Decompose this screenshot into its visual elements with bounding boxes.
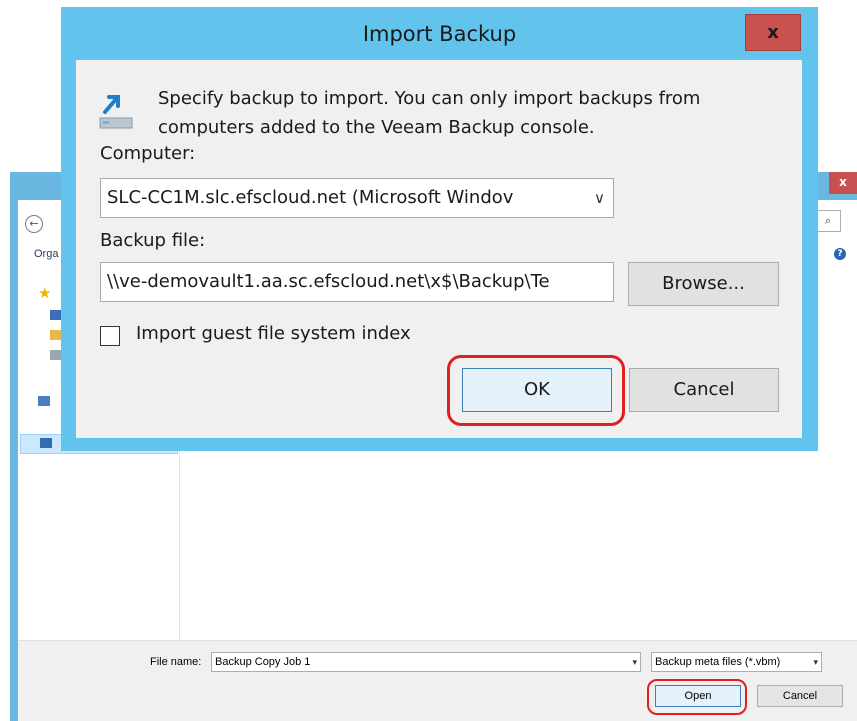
import-index-label[interactable]: Import guest file system index xyxy=(136,323,411,344)
chevron-down-icon[interactable]: ▾ xyxy=(813,653,818,671)
import-index-checkbox[interactable] xyxy=(100,326,120,346)
back-arrow-icon[interactable]: ← xyxy=(25,215,43,233)
description-line-2: computers added to the Veeam Backup cons… xyxy=(158,117,595,138)
network-icon[interactable] xyxy=(40,438,52,448)
backup-file-input[interactable]: \\ve-demovault1.aa.sc.efscloud.net\x$\Ba… xyxy=(100,262,614,302)
open-button-highlight xyxy=(647,679,747,715)
favorites-star-icon[interactable]: ★ xyxy=(38,284,51,302)
close-button[interactable]: x xyxy=(745,14,801,51)
file-type-value: Backup meta files (*.vbm) xyxy=(655,656,781,668)
computer-select[interactable]: SLC-CC1M.slc.efscloud.net (Microsoft Win… xyxy=(100,178,614,218)
computer-icon[interactable] xyxy=(38,396,50,406)
file-type-select[interactable]: Backup meta files (*.vbm) ▾ xyxy=(651,652,822,672)
description-line-1: Specify backup to import. You can only i… xyxy=(158,88,701,109)
import-backup-icon xyxy=(99,95,133,129)
ok-button-highlight xyxy=(447,355,625,426)
computer-select-value: SLC-CC1M.slc.efscloud.net (Microsoft Win… xyxy=(107,187,514,208)
dialog-title: Import Backup xyxy=(362,22,517,46)
browse-button[interactable]: Browse... xyxy=(628,262,779,306)
open-dialog-cancel-button[interactable]: Cancel xyxy=(757,685,843,707)
file-name-input[interactable]: Backup Copy Job 1 ▾ xyxy=(211,652,641,672)
cancel-button[interactable]: Cancel xyxy=(629,368,779,412)
search-icon[interactable]: ⌕ xyxy=(815,210,841,232)
computer-label: Computer: xyxy=(100,143,196,164)
organize-menu[interactable]: Orga xyxy=(34,248,58,260)
file-name-label: File name: xyxy=(150,656,202,668)
chevron-down-icon[interactable]: ▾ xyxy=(632,653,637,671)
backup-file-label: Backup file: xyxy=(100,230,206,251)
dialog-description: Specify backup to import. You can only i… xyxy=(158,84,798,142)
help-icon[interactable]: ? xyxy=(834,248,846,260)
open-dialog-close-button[interactable]: x xyxy=(829,172,857,194)
file-name-value: Backup Copy Job 1 xyxy=(215,656,311,668)
chevron-down-icon[interactable]: ∨ xyxy=(594,179,605,217)
